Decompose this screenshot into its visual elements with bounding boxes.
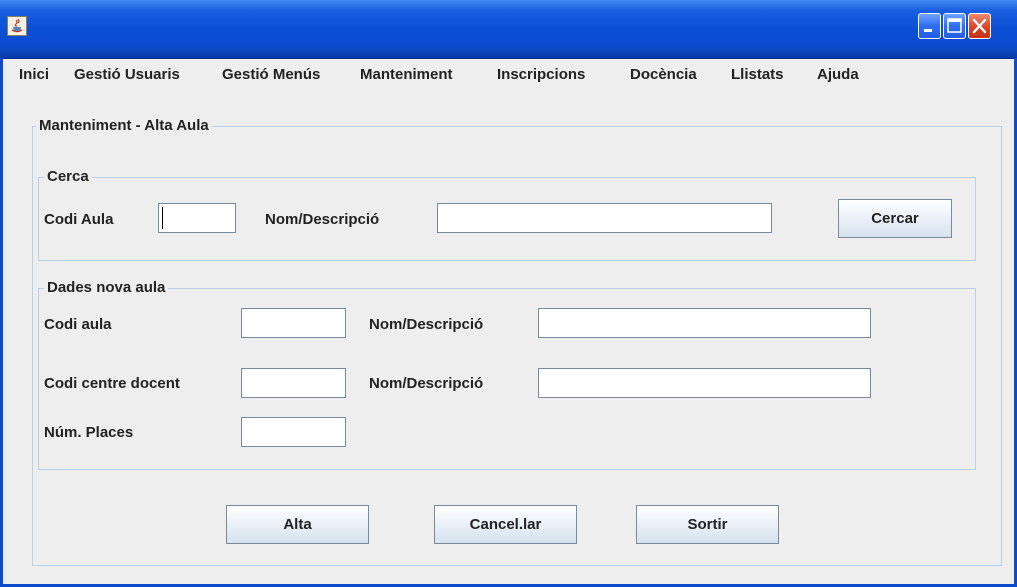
menu-gestio-usuaris[interactable]: Gestió Usuaris [74, 66, 180, 83]
codi-aula-label: Codi aula [44, 316, 112, 333]
title-bar[interactable] [0, 0, 1017, 59]
menu-inici[interactable]: Inici [19, 66, 49, 83]
close-button[interactable] [968, 13, 991, 39]
search-codi-label: Codi Aula [44, 211, 114, 228]
close-icon [972, 18, 987, 34]
places-label: Núm. Places [44, 424, 134, 441]
exit-button[interactable]: Sortir [636, 505, 779, 544]
menu-manteniment[interactable]: Manteniment [360, 66, 453, 83]
search-codi-input[interactable] [158, 203, 236, 233]
search-button[interactable]: Cercar [838, 199, 952, 238]
nom-centre-input[interactable] [538, 368, 871, 398]
form-title: Manteniment - Alta Aula [36, 117, 212, 134]
maximize-button[interactable] [943, 13, 966, 39]
menu-ajuda[interactable]: Ajuda [817, 66, 859, 83]
window-frame-left [0, 58, 3, 587]
menu-inscripcions[interactable]: Inscripcions [497, 66, 585, 83]
menu-bar: Inici Gestió Usuaris Gestió Menús Manten… [0, 59, 1017, 89]
search-nom-label: Nom/Descripció [265, 211, 380, 228]
menu-llistats[interactable]: Llistats [731, 66, 784, 83]
nom-aula-input[interactable] [538, 308, 871, 338]
application-window: Inici Gestió Usuaris Gestió Menús Manten… [0, 0, 1017, 587]
codi-aula-input[interactable] [241, 308, 346, 338]
java-app-icon[interactable] [7, 16, 27, 36]
minimize-icon [924, 29, 932, 32]
codi-centre-label: Codi centre docent [44, 375, 180, 392]
cancel-button[interactable]: Cancel.lar [434, 505, 577, 544]
text-caret [162, 207, 163, 229]
search-nom-input[interactable] [437, 203, 772, 233]
search-legend: Cerca [44, 168, 92, 185]
nom-aula-label: Nom/Descripció [369, 316, 484, 333]
places-input[interactable] [241, 417, 346, 447]
minimize-button[interactable] [918, 13, 941, 39]
alta-button[interactable]: Alta [226, 505, 369, 544]
menu-gestio-menus[interactable]: Gestió Menús [222, 66, 320, 83]
menu-docencia[interactable]: Docència [630, 66, 697, 83]
codi-centre-input[interactable] [241, 368, 346, 398]
maximize-icon [947, 18, 962, 33]
nom-centre-label: Nom/Descripció [369, 375, 484, 392]
new-aula-legend: Dades nova aula [44, 279, 169, 296]
